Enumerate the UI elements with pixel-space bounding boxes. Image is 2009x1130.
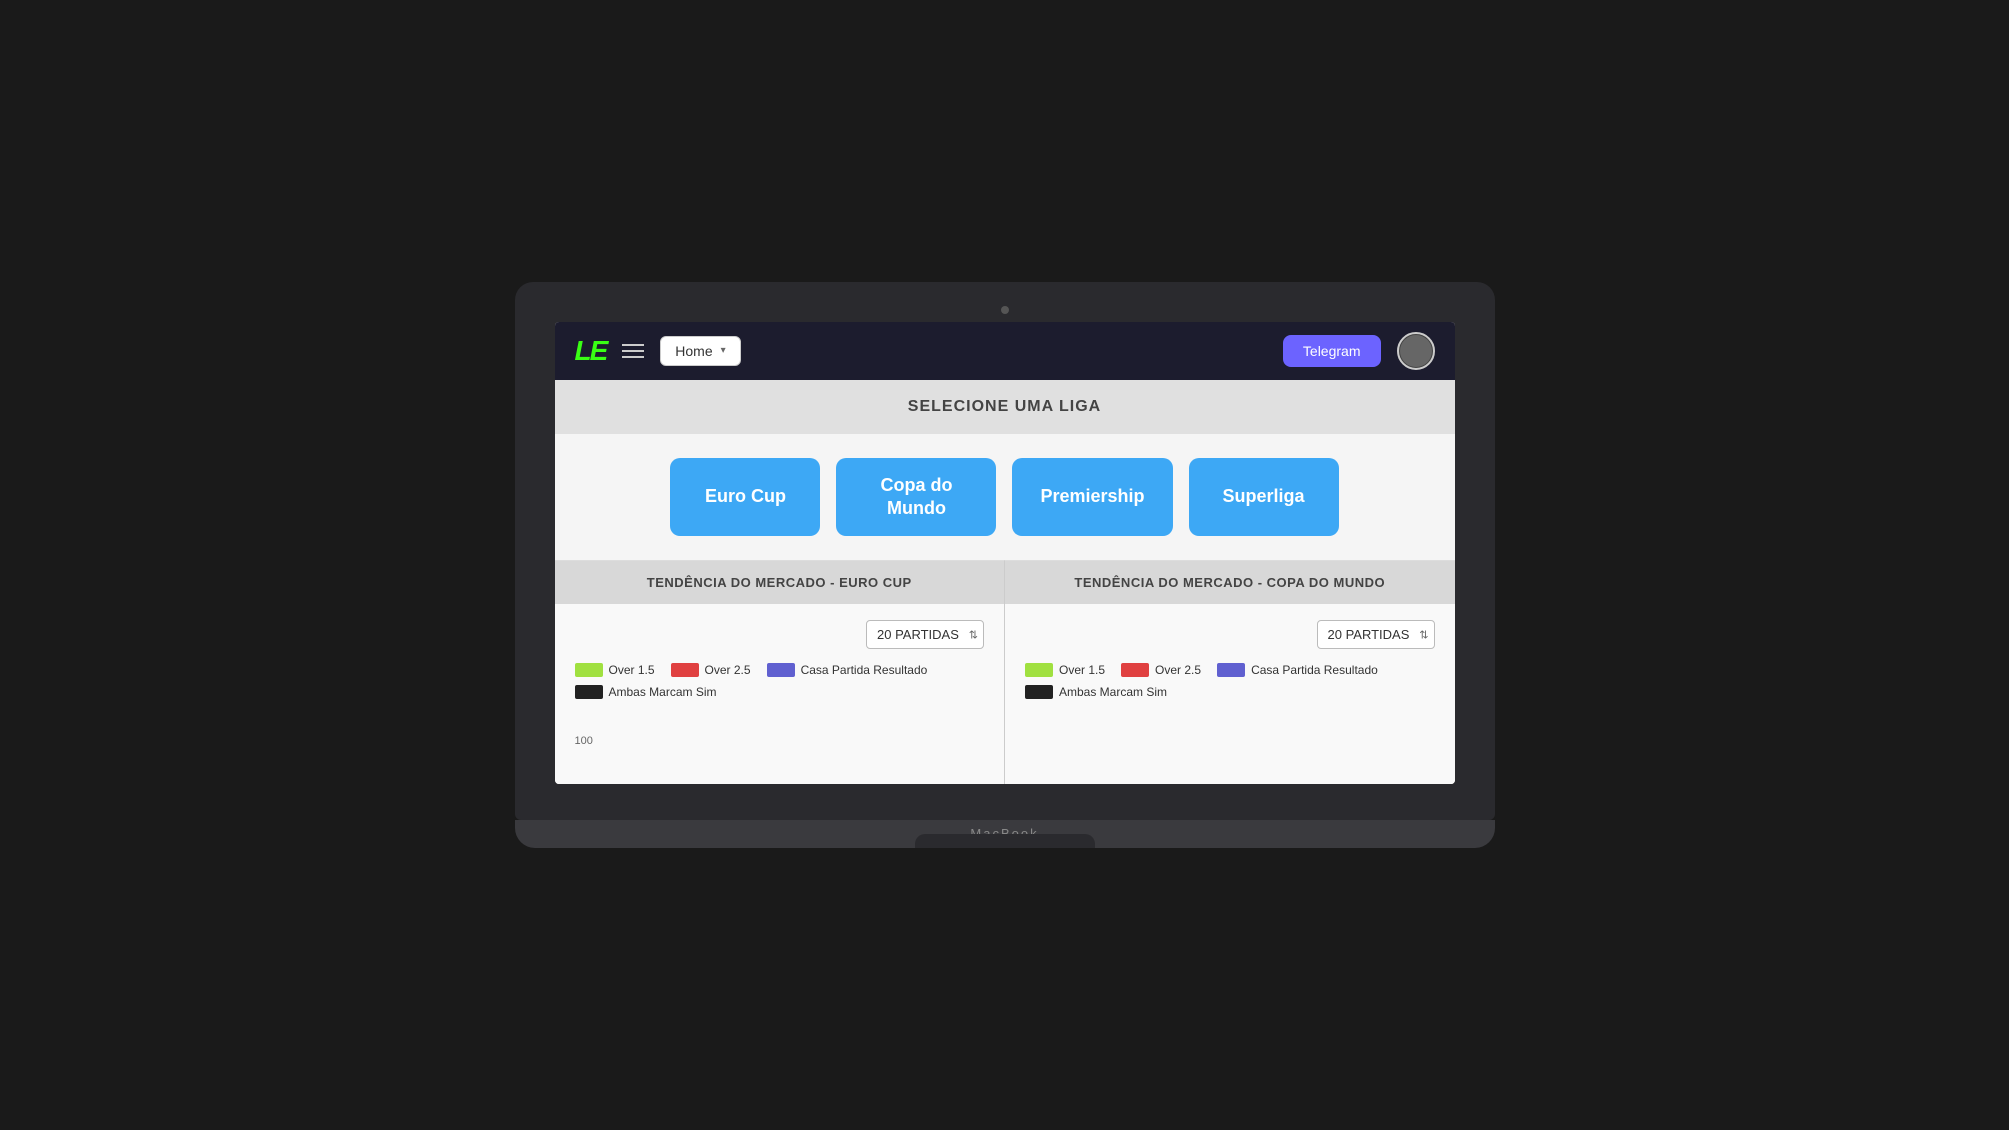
league-buttons-section: Euro Cup Copa doMundo Premiership Superl… [555,434,1455,561]
legend-item-casa-2: Casa Partida Resultado [1217,663,1378,677]
laptop-base: MacBook [515,820,1495,848]
market-panel-copa-do-mundo: TENDÊNCIA DO MERCADO - COPA DO MUNDO 10 … [1005,560,1455,784]
legend-color-over15-1 [575,663,603,677]
legend-item-casa-1: Casa Partida Resultado [767,663,928,677]
league-button-premiership[interactable]: Premiership [1012,458,1172,537]
legend-label-over25-2: Over 2.5 [1155,663,1201,677]
hamburger-icon[interactable] [622,344,644,358]
partidas-select-wrapper-2: 10 PARTIDAS 20 PARTIDAS 30 PARTIDAS [1317,620,1435,649]
chevron-down-icon: ▾ [721,345,726,356]
market-panels: TENDÊNCIA DO MERCADO - EURO CUP 10 PARTI… [555,560,1455,784]
partidas-select-2[interactable]: 10 PARTIDAS 20 PARTIDAS 30 PARTIDAS [1317,620,1435,649]
screen-bezel: LE Home ▾ Telegram SELECIONE UMA LIGA [515,282,1495,801]
legend-color-over25-1 [671,663,699,677]
legend-color-casa-1 [767,663,795,677]
telegram-button[interactable]: Telegram [1283,335,1381,367]
legend-item-ambas-2: Ambas Marcam Sim [1025,685,1167,699]
logo: LE [575,337,607,365]
chart-placeholder-2 [1025,707,1435,747]
legend-color-ambas-1 [575,685,603,699]
legend-item-ambas-1: Ambas Marcam Sim [575,685,717,699]
laptop-frame: LE Home ▾ Telegram SELECIONE UMA LIGA [515,282,1495,849]
legend-item-over25-2: Over 2.5 [1121,663,1201,677]
camera-dot [1001,306,1009,314]
legend-copa-do-mundo: Over 1.5 Over 2.5 Casa Partida Resultado [1025,663,1435,699]
header-band: SELECIONE UMA LIGA [555,380,1455,434]
partidas-select-row-1: 10 PARTIDAS 20 PARTIDAS 30 PARTIDAS [575,620,985,649]
legend-label-ambas-1: Ambas Marcam Sim [609,685,717,699]
partidas-select-wrapper-1: 10 PARTIDAS 20 PARTIDAS 30 PARTIDAS [866,620,984,649]
legend-euro-cup: Over 1.5 Over 2.5 Casa Partida Resultado [575,663,985,699]
legend-label-casa-1: Casa Partida Resultado [801,663,928,677]
screen: LE Home ▾ Telegram SELECIONE UMA LIGA [555,322,1455,785]
home-dropdown[interactable]: Home ▾ [660,336,740,366]
market-panel-euro-cup: TENDÊNCIA DO MERCADO - EURO CUP 10 PARTI… [555,560,1006,784]
legend-label-over15-1: Over 1.5 [609,663,655,677]
market-panel-euro-cup-title: TENDÊNCIA DO MERCADO - EURO CUP [555,561,1005,604]
partidas-select-row-2: 10 PARTIDAS 20 PARTIDAS 30 PARTIDAS [1025,620,1435,649]
chart-placeholder-1: 100 [575,707,985,747]
legend-item-over15-1: Over 1.5 [575,663,655,677]
league-button-euro-cup[interactable]: Euro Cup [670,458,820,537]
legend-item-over15-2: Over 1.5 [1025,663,1105,677]
legend-color-ambas-2 [1025,685,1053,699]
league-button-copa-do-mundo[interactable]: Copa doMundo [836,458,996,537]
laptop-base-notch [915,834,1095,848]
avatar[interactable] [1397,332,1435,370]
laptop-bottom-bar [515,800,1495,820]
legend-color-casa-2 [1217,663,1245,677]
navbar: LE Home ▾ Telegram [555,322,1455,380]
avatar-inner [1400,335,1432,367]
chart-label-1: 100 [575,735,593,747]
home-dropdown-label: Home [675,343,712,359]
legend-label-casa-2: Casa Partida Resultado [1251,663,1378,677]
legend-label-over15-2: Over 1.5 [1059,663,1105,677]
legend-item-over25-1: Over 2.5 [671,663,751,677]
market-panel-copa-do-mundo-title: TENDÊNCIA DO MERCADO - COPA DO MUNDO [1005,561,1455,604]
legend-color-over25-2 [1121,663,1149,677]
legend-label-ambas-2: Ambas Marcam Sim [1059,685,1167,699]
partidas-select-1[interactable]: 10 PARTIDAS 20 PARTIDAS 30 PARTIDAS [866,620,984,649]
section-title: SELECIONE UMA LIGA [908,398,1101,415]
league-button-superliga[interactable]: Superliga [1189,458,1339,537]
market-panel-copa-do-mundo-body: 10 PARTIDAS 20 PARTIDAS 30 PARTIDAS Over… [1005,604,1455,784]
market-panel-euro-cup-body: 10 PARTIDAS 20 PARTIDAS 30 PARTIDAS Over… [555,604,1005,784]
legend-label-over25-1: Over 2.5 [705,663,751,677]
legend-color-over15-2 [1025,663,1053,677]
